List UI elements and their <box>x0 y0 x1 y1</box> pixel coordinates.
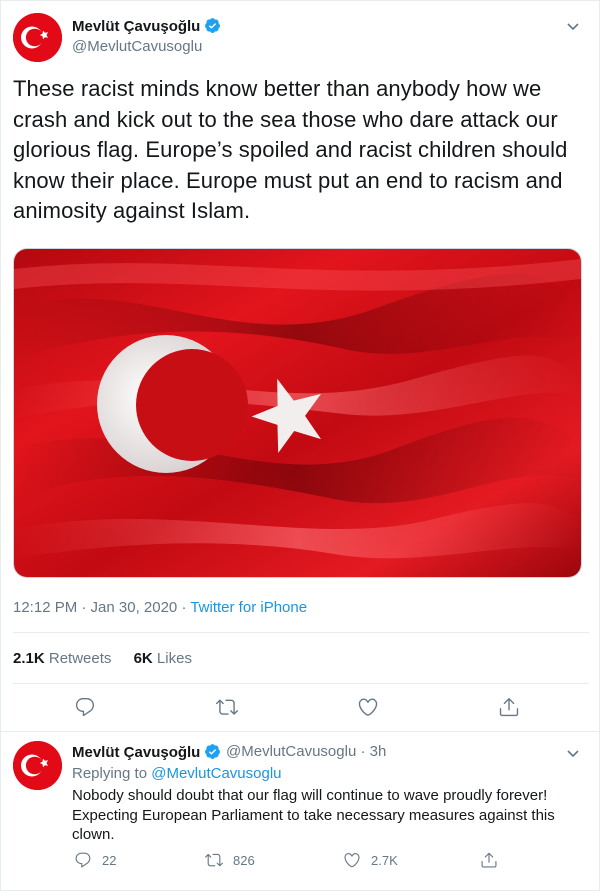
likes-label: Likes <box>156 650 192 667</box>
reply-handle-row: @MevlutCavusoglu · 3h <box>226 743 386 760</box>
divider <box>13 683 589 684</box>
tweet-image[interactable] <box>13 248 582 578</box>
retweet-count: 826 <box>233 852 255 868</box>
like-count: 2.7K <box>371 852 398 868</box>
share-icon <box>481 852 497 868</box>
reply-icon[interactable] <box>74 696 96 718</box>
divider <box>0 731 600 732</box>
tweet-timestamp[interactable]: 12:12 PM · Jan 30, 2020 <box>13 599 177 616</box>
verified-badge-icon <box>204 743 221 764</box>
reply-author-name-row[interactable]: Mevlüt Çavuşoğlu <box>72 743 221 764</box>
divider <box>13 632 589 633</box>
reply-author-name[interactable]: Mevlüt Çavuşoğlu <box>72 744 200 761</box>
author-name[interactable]: Mevlüt Çavuşoğlu <box>72 18 200 35</box>
replying-to-prefix: Replying to <box>72 765 152 782</box>
retweet-icon[interactable] <box>216 696 238 718</box>
replying-to-link[interactable]: @MevlutCavusoglu <box>151 765 281 782</box>
tweet-source[interactable]: Twitter for iPhone <box>190 599 307 616</box>
reply-like-button[interactable]: 2.7K <box>343 851 398 869</box>
like-icon <box>344 853 360 868</box>
reply-icon <box>75 852 91 868</box>
retweets-count: 2.1K <box>13 650 45 667</box>
author-name-row[interactable]: Mevlüt Çavuşoğlu <box>72 17 221 38</box>
author-handle[interactable]: @MevlutCavusoglu <box>72 38 202 55</box>
chevron-down-icon[interactable] <box>565 18 581 34</box>
chevron-down-icon[interactable] <box>565 745 581 761</box>
replying-to: Replying to @MevlutCavusoglu <box>72 765 282 782</box>
reply-reply-button[interactable]: 22 <box>74 851 116 869</box>
reply-count: 22 <box>102 852 117 868</box>
tweet-stats: 2.1K Retweets 6K Likes <box>13 650 210 667</box>
share-icon[interactable] <box>498 696 520 718</box>
reply-share-button[interactable] <box>480 851 508 869</box>
reply-text: Nobody should doubt that our flag will c… <box>72 787 555 844</box>
reply-author-avatar[interactable] <box>13 741 62 790</box>
retweet-icon <box>205 853 223 867</box>
retweets-label: Retweets <box>48 650 112 667</box>
meta-separator: · <box>177 599 191 616</box>
reply-retweet-button[interactable]: 826 <box>205 851 255 869</box>
likes-stat[interactable]: 6K Likes <box>134 650 192 667</box>
retweets-stat[interactable]: 2.1K Retweets <box>13 650 111 667</box>
tweet-text: These racist minds know better than anyb… <box>13 76 568 224</box>
verified-badge-icon <box>204 17 221 38</box>
like-icon[interactable] <box>357 696 379 718</box>
reply-age[interactable]: · 3h <box>356 743 386 760</box>
tweet-meta: 12:12 PM · Jan 30, 2020 · Twitter for iP… <box>13 599 307 616</box>
author-avatar[interactable] <box>13 13 62 62</box>
reply-author-handle[interactable]: @MevlutCavusoglu <box>226 743 356 760</box>
likes-count: 6K <box>133 650 153 667</box>
